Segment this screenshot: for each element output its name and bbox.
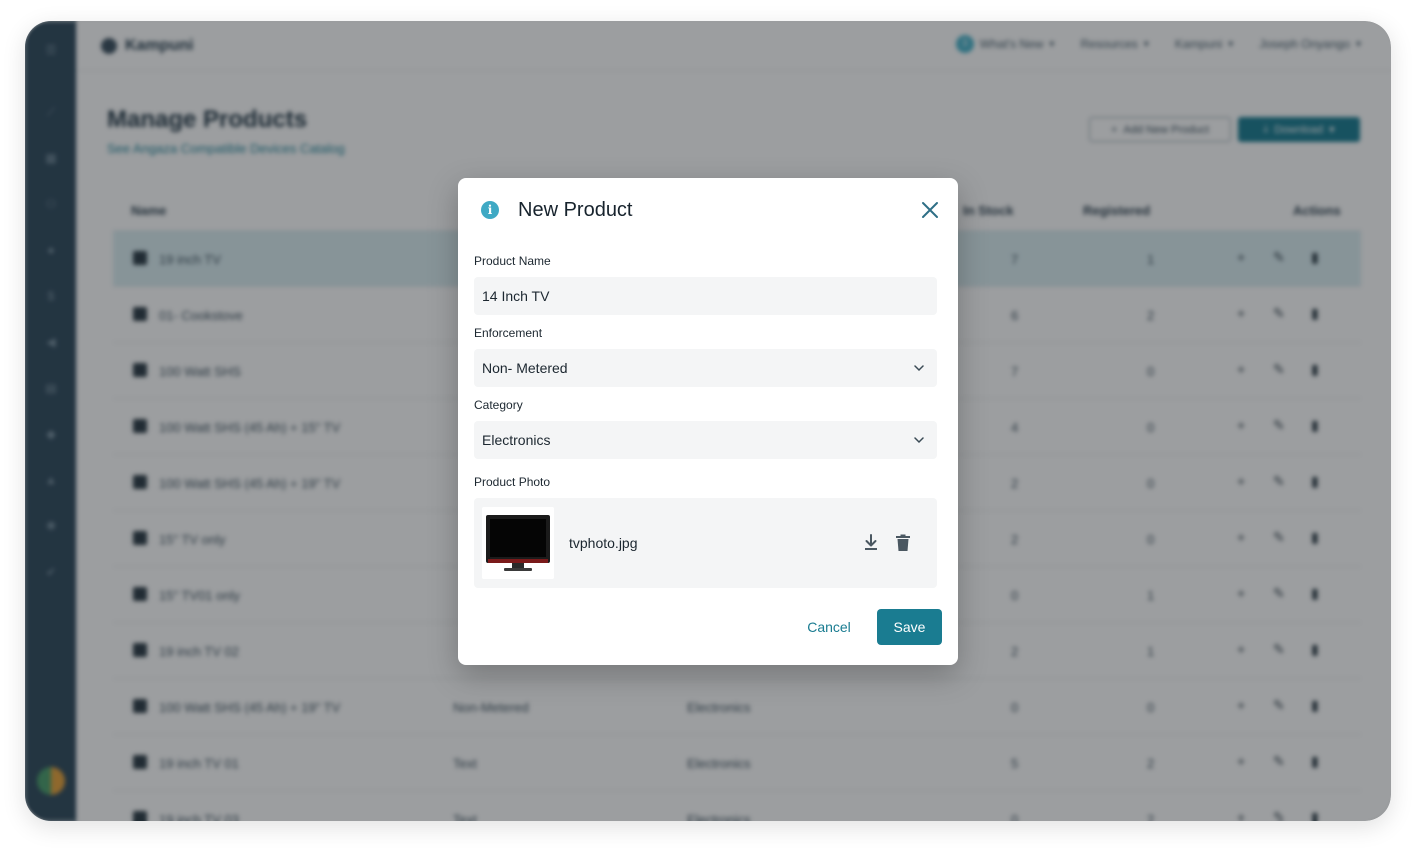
download-icon[interactable] [863, 534, 879, 552]
enforcement-label: Enforcement [474, 326, 543, 340]
product-photo-label: Product Photo [474, 475, 551, 489]
category-value: Electronics [482, 432, 551, 448]
cancel-button[interactable]: Cancel [794, 609, 864, 645]
trash-icon[interactable] [895, 534, 911, 552]
chevron-down-icon [914, 437, 924, 444]
close-icon[interactable] [920, 200, 940, 220]
new-product-dialog: i New Product Product Name 14 Inch TV En… [458, 178, 958, 665]
dialog-title: New Product [518, 199, 633, 221]
product-photo-attachment: tvphoto.jpg [474, 498, 937, 588]
info-icon: i [481, 201, 499, 219]
save-button[interactable]: Save [877, 609, 942, 645]
dialog-header: i New Product [458, 178, 958, 242]
product-name-input[interactable]: 14 Inch TV [474, 277, 937, 315]
enforcement-select[interactable]: Non- Metered [474, 349, 937, 387]
category-select[interactable]: Electronics [474, 421, 937, 459]
category-label: Category [474, 398, 523, 412]
enforcement-value: Non- Metered [482, 360, 568, 376]
tv-photo-thumbnail [482, 507, 554, 579]
product-name-label: Product Name [474, 254, 551, 268]
photo-filename: tvphoto.jpg [569, 535, 638, 551]
chevron-down-icon [914, 365, 924, 372]
